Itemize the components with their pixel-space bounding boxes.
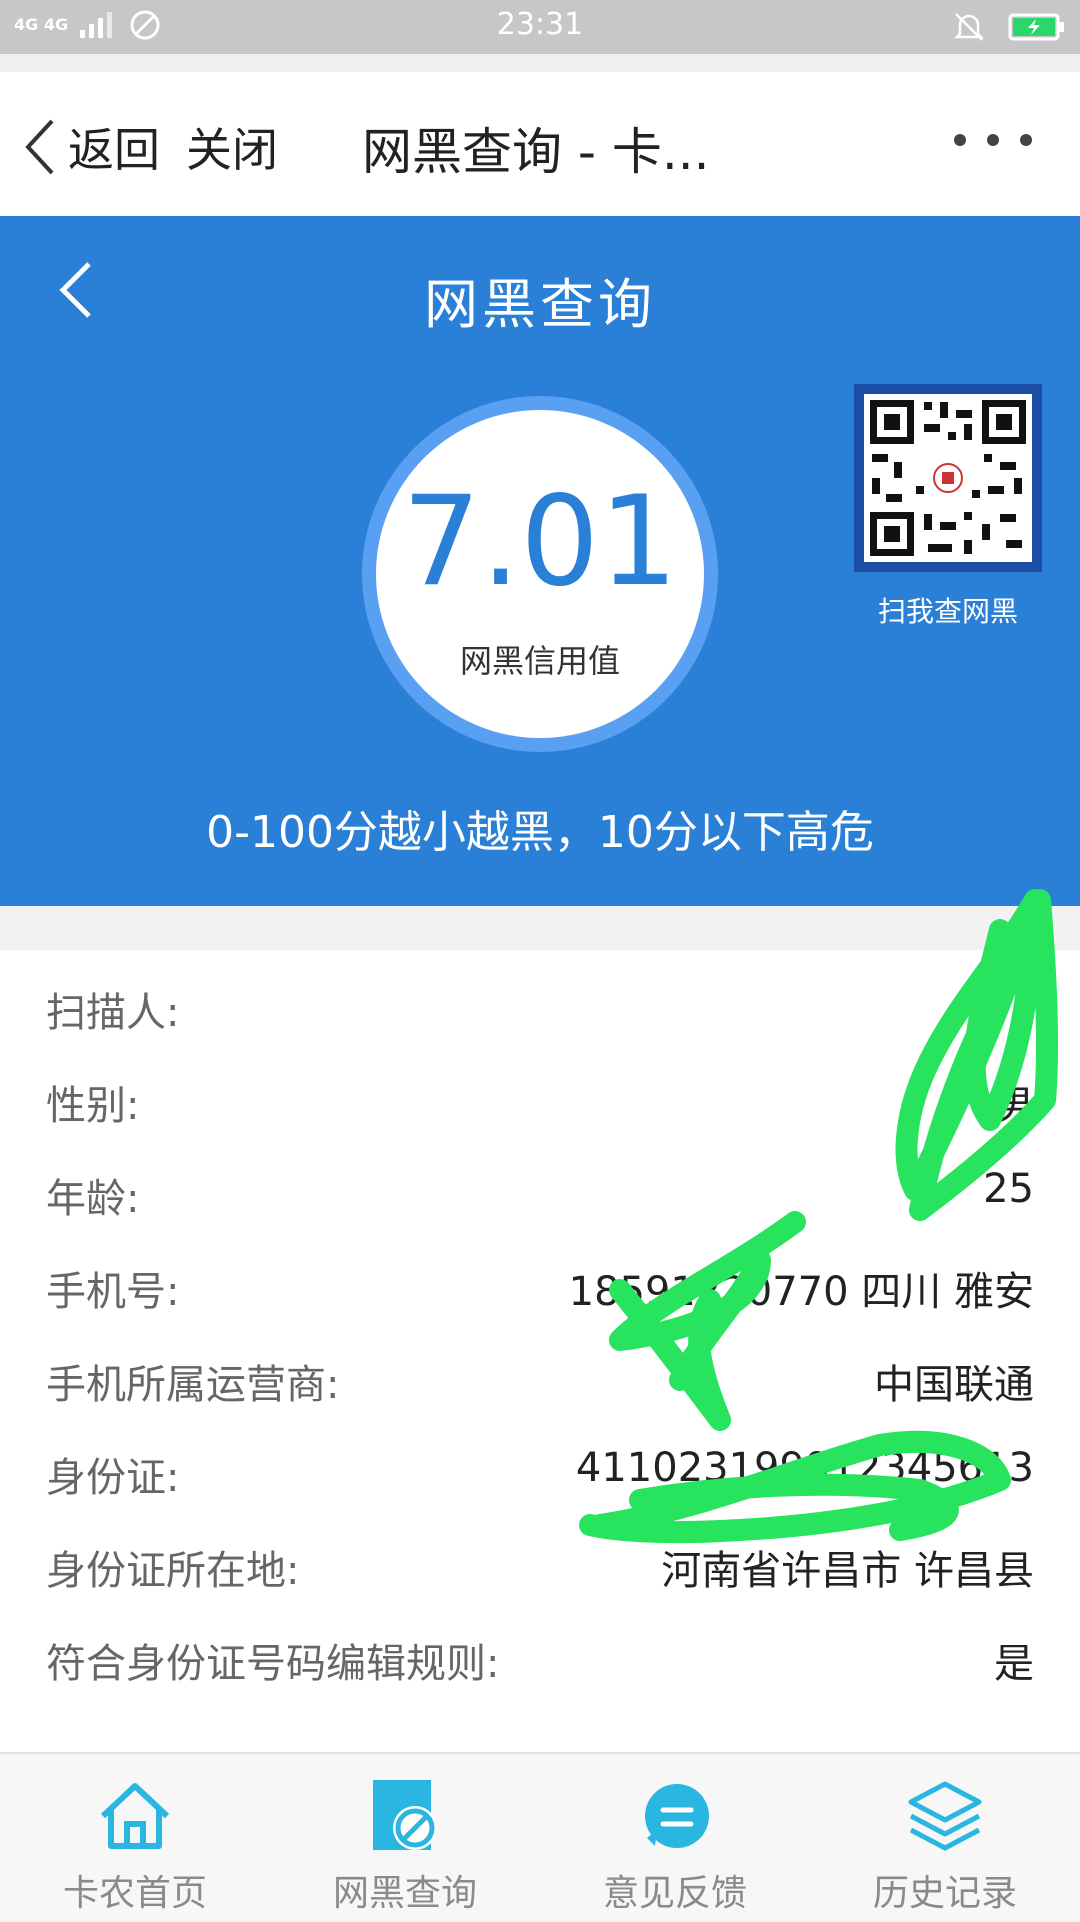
chevron-left-icon bbox=[25, 119, 54, 175]
tab-label: 网黑查询 bbox=[332, 1873, 477, 1914]
list-item: 符合身份证号码编辑规则: 是 bbox=[0, 1611, 1080, 1703]
tab-home[interactable]: 卡农首页 bbox=[0, 1754, 270, 1922]
list-item: 身份证所在地: 河南省许昌市 许昌县 bbox=[0, 1518, 1080, 1610]
close-button[interactable]: 关闭 bbox=[186, 114, 278, 180]
row-label: 扫描人: bbox=[46, 990, 180, 1036]
bottom-tab-bar: 卡农首页 网黑查询 意见反馈 历史记录 bbox=[0, 1752, 1080, 1920]
row-value: 中国联通 bbox=[874, 1362, 1034, 1408]
history-layers-icon bbox=[908, 1781, 982, 1851]
score-ring: 7.01 网黑信用值 bbox=[362, 396, 718, 752]
row-value: 是 bbox=[994, 1641, 1034, 1687]
browser-back-button[interactable]: 返回 关闭 bbox=[22, 114, 278, 180]
tab-label: 意见反馈 bbox=[602, 1873, 747, 1914]
list-item: 性别: 男 bbox=[0, 1053, 1080, 1145]
qr-code-caption: 扫我查网黑 bbox=[877, 595, 1018, 628]
info-list: 扫描人: 性别: 男 年龄: 25 手机号: 18591220770 四川 雅安… bbox=[0, 950, 1080, 1752]
tab-label: 历史记录 bbox=[872, 1873, 1017, 1914]
browser-title: 网黑查询 - 卡... bbox=[362, 123, 710, 181]
score-explanation: 0-100分越小越黑，10分以下高危 bbox=[206, 807, 874, 858]
row-label: 性别: bbox=[46, 1083, 140, 1129]
row-label: 符合身份证号码编辑规则: bbox=[46, 1641, 500, 1687]
list-item: 身份证: 411023199912345613 bbox=[0, 1425, 1080, 1517]
list-item: 年龄: 25 bbox=[0, 1146, 1080, 1238]
qr-pattern-icon bbox=[870, 400, 1026, 556]
page-title: 网黑查询 bbox=[424, 273, 656, 336]
credit-score-label: 网黑信用值 bbox=[459, 642, 620, 680]
list-item: 扫描人: bbox=[0, 960, 1080, 1052]
home-icon bbox=[100, 1783, 170, 1849]
qr-code-image bbox=[864, 394, 1032, 562]
row-value: 25 bbox=[983, 1166, 1034, 1212]
tab-feedback[interactable]: 意见反馈 bbox=[540, 1754, 810, 1922]
tab-history[interactable]: 历史记录 bbox=[810, 1754, 1080, 1922]
blacklist-query-icon bbox=[373, 1780, 437, 1850]
credit-score-panel: 网黑查询 7.01 网黑信用值 扫我查网黑 0-100分越小越黑，10分以下高危 bbox=[0, 216, 1080, 906]
row-value: 411023199912345613 bbox=[575, 1445, 1034, 1491]
row-label: 手机号: bbox=[46, 1269, 180, 1315]
row-value: 18591220770 四川 雅安 bbox=[568, 1269, 1034, 1315]
list-item: 手机号: 18591220770 四川 雅安 bbox=[0, 1239, 1080, 1331]
qr-code[interactable] bbox=[854, 384, 1042, 572]
row-value: 河南省许昌市 许昌县 bbox=[661, 1548, 1034, 1594]
credit-score-value: 7.01 bbox=[401, 470, 679, 614]
battery-charging-icon bbox=[1008, 13, 1064, 41]
browser-header: 返回 关闭 网黑查询 - 卡... bbox=[0, 54, 1080, 216]
row-label: 手机所属运营商: bbox=[46, 1362, 340, 1408]
bell-muted-icon bbox=[953, 13, 985, 41]
row-label: 身份证所在地: bbox=[46, 1548, 300, 1594]
feedback-icon bbox=[645, 1784, 709, 1848]
row-value: 男 bbox=[994, 1083, 1034, 1129]
list-item: 手机所属运营商: 中国联通 bbox=[0, 1332, 1080, 1424]
more-options-icon[interactable] bbox=[948, 130, 1038, 150]
row-label: 年龄: bbox=[46, 1176, 140, 1222]
tab-blacklist-query[interactable]: 网黑查询 bbox=[270, 1754, 540, 1922]
row-label: 身份证: bbox=[46, 1455, 180, 1501]
back-label: 返回 bbox=[68, 123, 160, 177]
status-bar: 4G 4G 23:31 bbox=[0, 0, 1080, 54]
score-circle: 7.01 网黑信用值 bbox=[376, 410, 704, 738]
clock: 23:31 bbox=[496, 7, 584, 42]
tab-label: 卡农首页 bbox=[62, 1873, 207, 1914]
